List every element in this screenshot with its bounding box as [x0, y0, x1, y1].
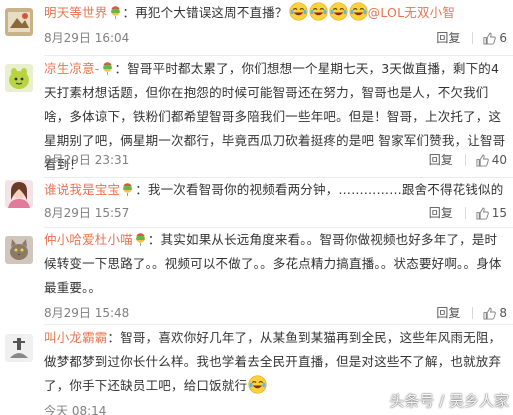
comment-actions: 回复 40: [429, 151, 507, 169]
comment-text: ：再犯个大错误这周不直播？: [122, 5, 288, 20]
comment-actions: 回复 6: [436, 29, 507, 47]
username-link[interactable]: 仲小哈爱杜小喵: [44, 232, 133, 247]
rainbow-balloon-badge-icon: [110, 6, 121, 19]
thumbs-up-icon: [476, 207, 489, 220]
like-button[interactable]: 40: [476, 151, 507, 169]
thumbs-up-icon: [476, 154, 489, 167]
watermark: 头条号 / 吴乡人家: [389, 392, 509, 410]
avatar[interactable]: [5, 236, 33, 264]
divider: [472, 307, 474, 319]
laughing-tears-emoji-icon: [289, 2, 308, 21]
timestamp: 8月29日 23:31: [44, 153, 130, 167]
rainbow-balloon-badge-icon: [122, 183, 133, 196]
comment-meta: 8月29日 15:57 回复 15: [44, 204, 507, 222]
reply-button[interactable]: 回复: [429, 151, 453, 169]
reply-button[interactable]: 回复: [429, 204, 453, 222]
like-button[interactable]: 8: [483, 304, 507, 322]
comment-body: 叫小龙霸霸：智哥，喜欢你好几年了，从某鱼到某猫再到全民，这些年风雨无阻，做梦都梦…: [44, 326, 507, 398]
rainbow-balloon-badge-icon: [135, 233, 146, 246]
divider: [472, 32, 474, 44]
comment-body: 谁说我是宝宝 ：我一次看智哥你的视频看两分钟，……………跟舍不得花钱似的: [44, 178, 507, 202]
username-link[interactable]: 明天等世界: [44, 5, 108, 20]
timestamp: 8月29日 16:04: [44, 31, 130, 45]
avatar[interactable]: [5, 334, 33, 362]
comment-meta: 8月29日 23:31 回复 40: [44, 151, 507, 169]
avatar[interactable]: [5, 180, 33, 208]
username-link[interactable]: 凉生凉意-: [44, 61, 100, 76]
reply-button[interactable]: 回复: [436, 29, 460, 47]
comment-text: ：智哥，喜欢你好几年了，从某鱼到某猫再到全民，这些年风雨无阻，做梦都梦到过你长什…: [44, 330, 502, 393]
like-count: 15: [491, 206, 507, 220]
comment-item: 谁说我是宝宝 ：我一次看智哥你的视频看两分钟，……………跟舍不得花钱似的 8月29…: [0, 178, 513, 228]
comment-item: 凉生凉意- ：智哥平时都太累了，你们想想一个星期七天，3天做直播，剩下的4天打素材…: [0, 56, 513, 178]
timestamp: 8月29日 15:57: [44, 206, 130, 220]
like-count: 8: [499, 306, 507, 320]
comment-meta: 8月29日 15:48 回复 8: [44, 304, 507, 322]
comment-item: 仲小哈爱杜小喵 ：其实如果从长远角度来看。。智哥你做视频也好多年了，是时候转变一下…: [0, 228, 513, 325]
rainbow-balloon-badge-icon: [102, 62, 113, 75]
avatar[interactable]: [5, 64, 33, 92]
laughing-tears-emoji-icon: [248, 375, 267, 394]
username-link[interactable]: 叫小龙霸霸: [44, 330, 108, 345]
username-link[interactable]: 谁说我是宝宝: [44, 182, 120, 197]
like-count: 6: [499, 31, 507, 45]
like-count: 40: [491, 153, 507, 167]
thumbs-up-icon: [483, 32, 497, 45]
comment-body: 明天等世界 ：再犯个大错误这周不直播？ @LOL无双小智: [44, 1, 507, 25]
comment-meta: 8月29日 16:04 回复 6: [44, 29, 507, 47]
timestamp: 8月29日 15:48: [44, 306, 130, 320]
laughing-tears-emoji-icon: [349, 2, 368, 21]
comment-actions: 回复 15: [429, 204, 507, 222]
comment-body: 仲小哈爱杜小喵 ：其实如果从长远角度来看。。智哥你做视频也好多年了，是时候转变一下…: [44, 228, 507, 300]
laughing-tears-emoji-icon: [309, 2, 328, 21]
reply-button[interactable]: 回复: [436, 304, 460, 322]
comment-actions: 回复 8: [436, 304, 507, 322]
thumbs-up-icon: [483, 307, 497, 320]
comment-text: ：我一次看智哥你的视频看两分钟，……………跟舍不得花钱似的: [135, 182, 504, 197]
avatar[interactable]: [5, 8, 33, 36]
comment-item: 明天等世界 ：再犯个大错误这周不直播？ @LOL无双小智 8月29日 16:04 回…: [0, 0, 513, 56]
like-button[interactable]: 6: [483, 29, 507, 47]
divider: [464, 154, 466, 166]
timestamp: 今天 08:14: [44, 404, 107, 415]
laughing-tears-emoji-icon: [329, 2, 348, 21]
mention-link[interactable]: @LOL无双小智: [368, 5, 455, 20]
comment-feed: 明天等世界 ：再犯个大错误这周不直播？ @LOL无双小智 8月29日 16:04 回…: [0, 0, 513, 415]
like-button[interactable]: 15: [476, 204, 507, 222]
divider: [464, 207, 466, 219]
